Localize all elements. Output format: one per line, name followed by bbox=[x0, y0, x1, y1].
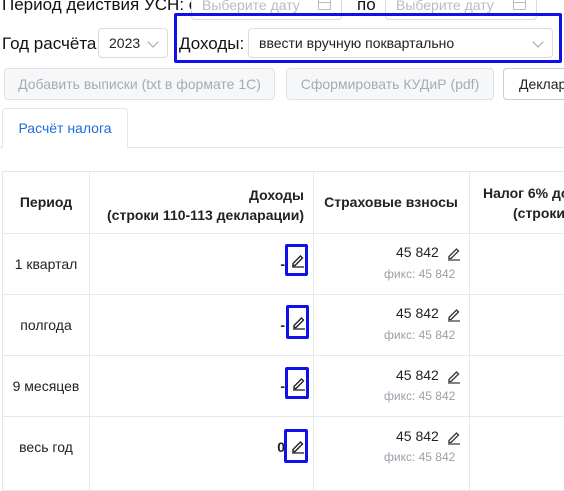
row-divider bbox=[3, 294, 564, 295]
year-label: Год расчёта: bbox=[2, 34, 102, 53]
row-period: полгода bbox=[20, 317, 72, 333]
calendar-icon bbox=[318, 0, 331, 10]
header-period: Период bbox=[19, 194, 73, 210]
income-edit-button[interactable] bbox=[286, 305, 309, 339]
row-income-value: 0 bbox=[277, 439, 285, 455]
period-from-placeholder: Выберите дату bbox=[202, 0, 300, 13]
edit-pencil-icon[interactable] bbox=[446, 429, 462, 445]
row-insurance-value: 45 842 bbox=[396, 244, 439, 260]
edit-pencil-icon bbox=[292, 255, 304, 268]
row-insurance-fixed: фикс: 45 842 bbox=[384, 389, 456, 403]
edit-pencil-icon[interactable] bbox=[446, 245, 462, 261]
row-insurance-value: 45 842 bbox=[396, 428, 439, 444]
row-divider bbox=[3, 355, 564, 356]
row-insurance-value: 45 842 bbox=[396, 305, 439, 321]
usn-period-label: Период действия УСН: с bbox=[2, 0, 198, 14]
header-divider bbox=[3, 233, 564, 234]
edit-pencil-icon[interactable] bbox=[446, 368, 462, 384]
header-tax-subtitle: (строки bbox=[513, 205, 564, 221]
header-income-title: Доходы bbox=[249, 187, 304, 203]
generate-kudir-button[interactable]: Сформировать КУДиР (pdf) bbox=[286, 68, 494, 100]
header-insurance: Страховые взносы bbox=[324, 194, 458, 210]
edit-pencil-icon[interactable] bbox=[446, 306, 462, 322]
row-period: 9 месяцев bbox=[12, 378, 80, 394]
header-tax: Налог 6% до (строки bbox=[483, 172, 564, 233]
row-income-value: - bbox=[280, 256, 285, 272]
row-period: 1 квартал bbox=[14, 256, 78, 272]
edit-pencil-icon bbox=[293, 378, 305, 391]
calendar-icon bbox=[513, 0, 526, 10]
income-edit-button[interactable] bbox=[285, 244, 308, 276]
period-to-placeholder: Выберите дату bbox=[396, 0, 494, 13]
row-insurance-fixed: фикс: 45 842 bbox=[384, 328, 456, 342]
row-insurance-fixed: фикс: 45 842 bbox=[384, 267, 456, 281]
tab-tax-calculation[interactable]: Расчёт налога bbox=[2, 108, 128, 148]
income-edit-button[interactable] bbox=[284, 429, 308, 463]
header-income-subtitle: (строки 110-113 декларации) bbox=[107, 207, 304, 223]
row-income-value: - bbox=[280, 317, 285, 333]
tax-table: Период Доходы (строки 110-113 декларации… bbox=[2, 171, 564, 491]
income-edit-button[interactable] bbox=[285, 367, 309, 399]
header-income: Доходы (строки 110-113 декларации) bbox=[89, 172, 304, 233]
year-value: 2023 bbox=[109, 35, 141, 51]
income-highlight-box bbox=[174, 13, 562, 63]
row-divider bbox=[3, 416, 564, 417]
declaration-button[interactable]: Деклар bbox=[503, 68, 564, 100]
edit-pencil-icon bbox=[292, 441, 304, 454]
chevron-down-icon bbox=[147, 36, 159, 48]
edit-pencil-icon bbox=[293, 317, 305, 330]
row-income-value: - bbox=[280, 378, 285, 394]
year-select[interactable]: 2023 bbox=[98, 28, 168, 58]
row-insurance-fixed: фикс: 45 842 bbox=[384, 450, 456, 464]
column-divider bbox=[469, 172, 470, 490]
header-tax-title: Налог 6% до bbox=[483, 185, 564, 201]
row-insurance-value: 45 842 bbox=[396, 367, 439, 383]
row-period: весь год bbox=[19, 439, 73, 455]
add-statements-button[interactable]: Добавить выписки (txt в формате 1С) bbox=[4, 68, 275, 100]
